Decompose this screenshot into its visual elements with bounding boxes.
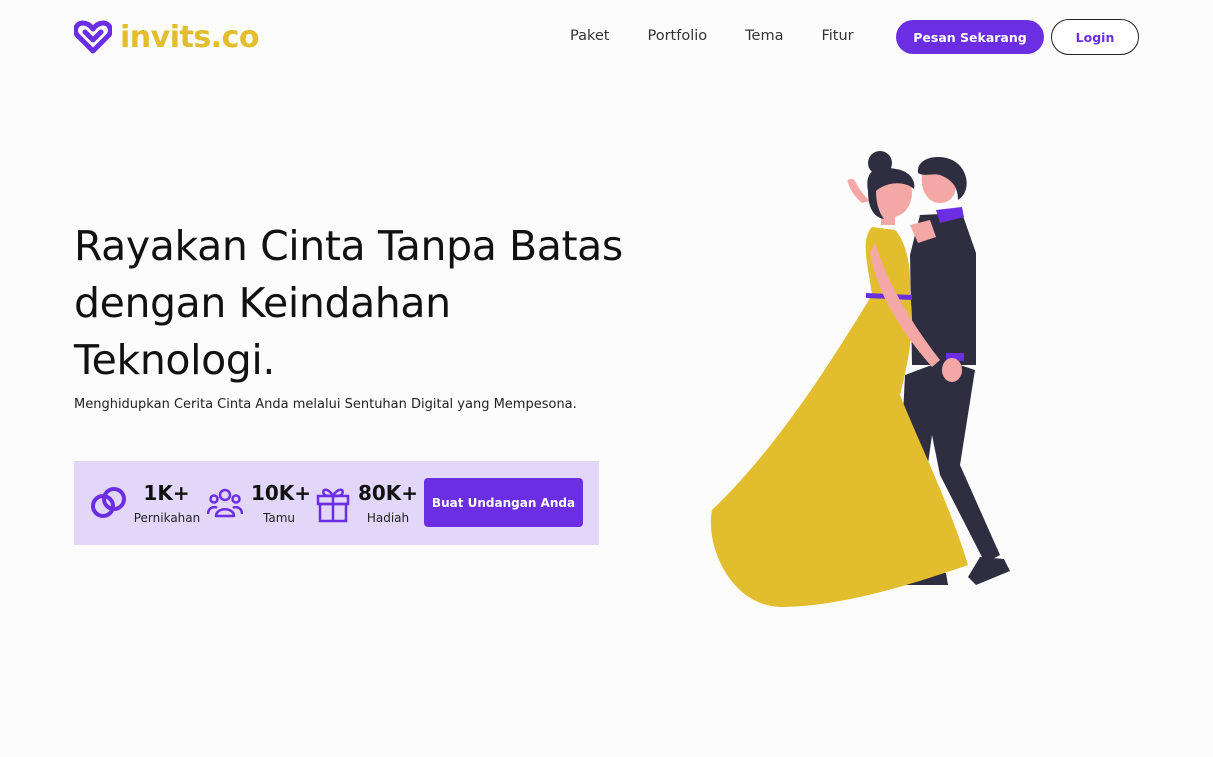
rings-icon [91, 487, 126, 518]
main-nav: Paket Portfolio Tema Fitur [570, 26, 892, 46]
stat-value-gifts: 80K+ [357, 481, 419, 505]
nav-item-tema[interactable]: Tema [745, 26, 783, 46]
brand-logo[interactable]: invits.co [74, 18, 259, 56]
create-invitation-button[interactable]: Buat Undangan Anda [424, 478, 583, 527]
stat-value-guests: 10K+ [250, 481, 312, 505]
brand-name: invits.co [120, 19, 259, 55]
people-icon [207, 488, 243, 518]
heart-logo-icon [74, 20, 112, 54]
wedding-couple-illustration [710, 151, 1010, 607]
stat-label-weddings: Pernikahan [133, 511, 201, 525]
site-header: invits.co Paket Portfolio Tema Fitur Pes… [0, 0, 1213, 74]
stat-label-gifts: Hadiah [366, 511, 410, 525]
nav-item-portfolio[interactable]: Portfolio [647, 26, 707, 46]
nav-item-paket[interactable]: Paket [570, 26, 609, 46]
stats-panel: 1K+ Pernikahan 10K+ Tamu 80K+ Hadiah Bua… [74, 461, 599, 545]
hero-title: Rayakan Cinta Tanpa Batas dengan Keindah… [74, 222, 623, 384]
stat-label-guests: Tamu [263, 511, 295, 525]
gift-icon [316, 488, 350, 523]
stat-value-weddings: 1K+ [143, 481, 190, 505]
login-button[interactable]: Login [1051, 19, 1139, 55]
nav-item-fitur[interactable]: Fitur [821, 26, 853, 46]
order-now-button[interactable]: Pesan Sekarang [896, 20, 1044, 54]
hero-subtitle: Menghidupkan Cerita Cinta Anda melalui S… [74, 397, 577, 412]
